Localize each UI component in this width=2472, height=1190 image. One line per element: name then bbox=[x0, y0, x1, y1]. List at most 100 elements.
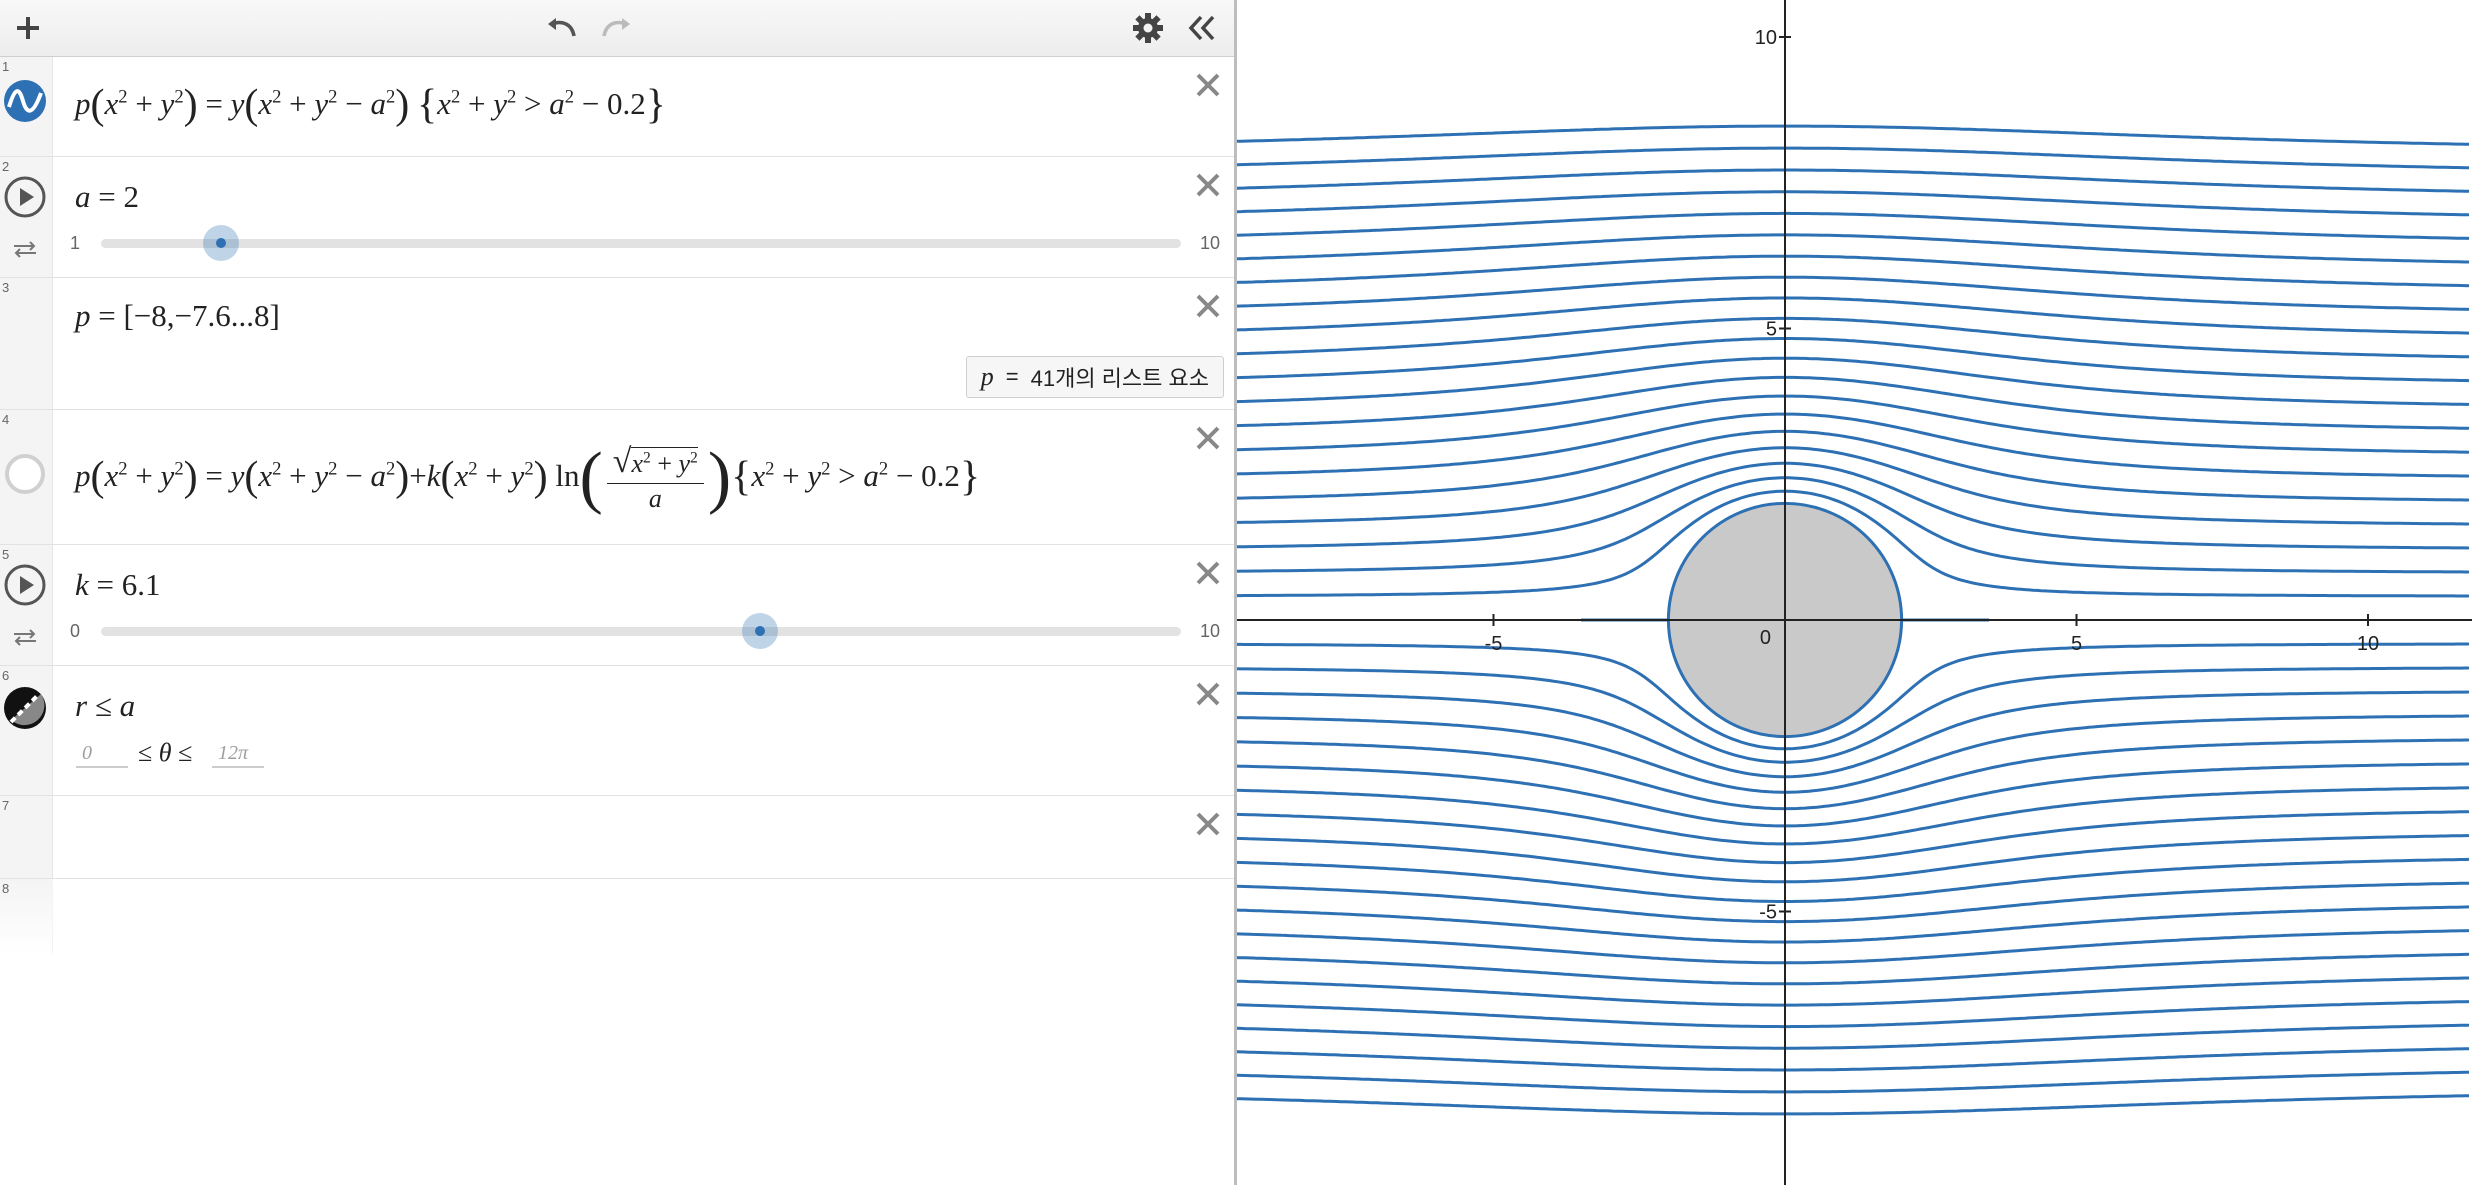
slider-track-a[interactable] bbox=[101, 239, 1181, 248]
streamline-curve bbox=[1236, 254, 2470, 288]
fill-style-icon bbox=[4, 687, 46, 729]
slider-definition-k[interactable]: k = 6.1 bbox=[75, 567, 161, 603]
expression-index: 1 bbox=[2, 59, 10, 74]
undo-icon bbox=[548, 18, 576, 37]
expression-row-6[interactable]: 6 r ≤ a 0 ≤ θ ≤ 12π bbox=[0, 666, 1234, 796]
x-tick-label: 10 bbox=[2357, 633, 2379, 655]
expression-index: 4 bbox=[2, 412, 10, 427]
slider-track-k[interactable] bbox=[101, 627, 1181, 636]
color-toggle[interactable] bbox=[3, 452, 47, 496]
expression-index: 7 bbox=[2, 798, 10, 813]
settings-button[interactable] bbox=[1126, 6, 1170, 50]
play-icon bbox=[4, 176, 46, 218]
streamline-curve bbox=[1236, 1070, 2470, 1094]
delete-expression-icon[interactable] bbox=[1188, 553, 1228, 593]
y-tick-label: -5 bbox=[1759, 902, 1777, 924]
list-definition-p[interactable]: p = [−8,−7.6...8] bbox=[75, 298, 280, 334]
streamline-curve bbox=[1236, 1094, 2470, 1116]
expression-index: 3 bbox=[2, 280, 10, 295]
play-icon bbox=[4, 564, 46, 606]
polar-inequality[interactable]: r ≤ a bbox=[75, 688, 135, 724]
streamline-curve bbox=[1236, 168, 2470, 193]
expression-index: 2 bbox=[2, 159, 10, 174]
x-tick-label: 5 bbox=[2071, 633, 2082, 655]
streamline-curve bbox=[1236, 190, 2469, 217]
expression-row-3[interactable]: 3 p = [−8,−7.6...8] p = 41개의 리스트 요소 bbox=[0, 278, 1234, 410]
y-tick-label: 10 bbox=[1755, 27, 1777, 49]
slider-thumb-k[interactable] bbox=[741, 613, 778, 649]
slider-definition-a[interactable]: a = 2 bbox=[75, 179, 139, 215]
expression-row-1[interactable]: 1 p(x2 + y2) = y(x2 + y2 − a2) {x2 + y2 … bbox=[0, 57, 1234, 157]
curve-style-icon bbox=[4, 80, 46, 122]
streamline-curve bbox=[1237, 446, 2469, 526]
slider-value: 2 bbox=[123, 179, 139, 214]
streamline-curve bbox=[1236, 881, 2470, 924]
expression-gutter: 1 bbox=[0, 57, 53, 156]
delete-expression-icon[interactable] bbox=[1188, 674, 1228, 714]
loop-icon bbox=[14, 241, 36, 258]
slider-thumb-a[interactable] bbox=[202, 225, 239, 261]
theta-max-input[interactable]: 12π bbox=[212, 740, 264, 768]
theta-range-label: ≤ θ ≤ bbox=[138, 738, 193, 767]
streamline-curve bbox=[1236, 1047, 2470, 1072]
graph-canvas[interactable]: -5 0 5 10 10 5 -5 bbox=[1236, 0, 2472, 1185]
y-tick-label: 5 bbox=[1766, 319, 1777, 341]
graph-svg[interactable]: -5 0 5 10 10 5 -5 bbox=[1236, 0, 2472, 1185]
slider-min-label[interactable]: 1 bbox=[70, 233, 80, 254]
expression-row-2[interactable]: 2 a = 2 1 10 bbox=[0, 157, 1234, 278]
hidden-graph-icon bbox=[5, 454, 45, 494]
expression-index: 6 bbox=[2, 668, 10, 683]
gear-icon bbox=[1133, 13, 1163, 43]
delete-expression-icon[interactable] bbox=[1188, 165, 1228, 205]
implicit-equation-1[interactable]: p(x2 + y2) = y(x2 + y2 − a2) {x2 + y2 > … bbox=[75, 81, 666, 129]
slider-max-label[interactable]: 10 bbox=[1200, 233, 1220, 254]
expression-gutter: 8 bbox=[0, 879, 53, 955]
redo-icon bbox=[602, 18, 630, 37]
add-item-button[interactable] bbox=[6, 6, 50, 50]
expression-row-5[interactable]: 5 k = 6.1 0 10 bbox=[0, 545, 1234, 666]
expression-gutter: 6 bbox=[0, 666, 53, 795]
list-variable: p bbox=[75, 298, 91, 333]
expression-panel: 1 p(x2 + y2) = y(x2 + y2 − a2) {x2 + y2 … bbox=[0, 0, 1237, 1185]
delete-expression-icon[interactable] bbox=[1188, 65, 1228, 105]
expression-index: 5 bbox=[2, 547, 10, 562]
slider-min-label[interactable]: 0 bbox=[70, 621, 80, 642]
slider-variable: k bbox=[75, 567, 89, 602]
loop-icon bbox=[14, 629, 36, 646]
list-value: [−8,−7.6...8] bbox=[123, 298, 280, 333]
play-slider-button[interactable] bbox=[3, 563, 47, 607]
undo-button[interactable] bbox=[540, 6, 584, 50]
slider-variable: a bbox=[75, 179, 91, 214]
color-toggle[interactable] bbox=[3, 79, 47, 123]
streamline-curve bbox=[1237, 714, 2469, 794]
streamline-curve bbox=[1236, 1023, 2469, 1050]
delete-expression-icon[interactable] bbox=[1188, 418, 1228, 458]
list-count-label: 41개의 리스트 요소 bbox=[1030, 366, 1209, 391]
delete-expression-icon[interactable] bbox=[1188, 804, 1228, 844]
delete-expression-icon[interactable] bbox=[1188, 286, 1228, 326]
expression-gutter: 3 bbox=[0, 278, 53, 409]
slider-value: 6.1 bbox=[121, 567, 161, 602]
double-chevron-left-icon bbox=[1188, 15, 1215, 41]
expression-row-4[interactable]: 4 p(x2 + y2) = y(x2 + y2 − a2)+k(x2 + y2… bbox=[0, 410, 1234, 545]
implicit-equation-4[interactable]: p(x2 + y2) = y(x2 + y2 − a2)+k(x2 + y2) … bbox=[75, 438, 980, 518]
slider-max-label[interactable]: 10 bbox=[1200, 621, 1220, 642]
expression-gutter: 7 bbox=[0, 796, 53, 878]
streamline-curve bbox=[1236, 952, 2470, 986]
color-toggle[interactable] bbox=[3, 686, 47, 730]
expression-row-8[interactable]: 8 bbox=[0, 879, 1234, 955]
expression-index: 8 bbox=[2, 881, 10, 896]
expression-gutter: 5 bbox=[0, 545, 53, 665]
slider-loop-button[interactable] bbox=[3, 615, 47, 659]
collapse-panel-button[interactable] bbox=[1180, 6, 1224, 50]
expression-gutter: 2 bbox=[0, 157, 53, 277]
origin-label: 0 bbox=[1760, 627, 1771, 649]
play-slider-button[interactable] bbox=[3, 175, 47, 219]
expression-gutter: 4 bbox=[0, 410, 53, 544]
theta-min-input[interactable]: 0 bbox=[76, 740, 128, 768]
redo-button[interactable] bbox=[594, 6, 638, 50]
slider-loop-button[interactable] bbox=[3, 227, 47, 271]
streamline-curve bbox=[1236, 124, 2470, 146]
expression-row-7[interactable]: 7 bbox=[0, 796, 1234, 879]
list-evaluation-tooltip: p = 41개의 리스트 요소 bbox=[965, 356, 1224, 398]
